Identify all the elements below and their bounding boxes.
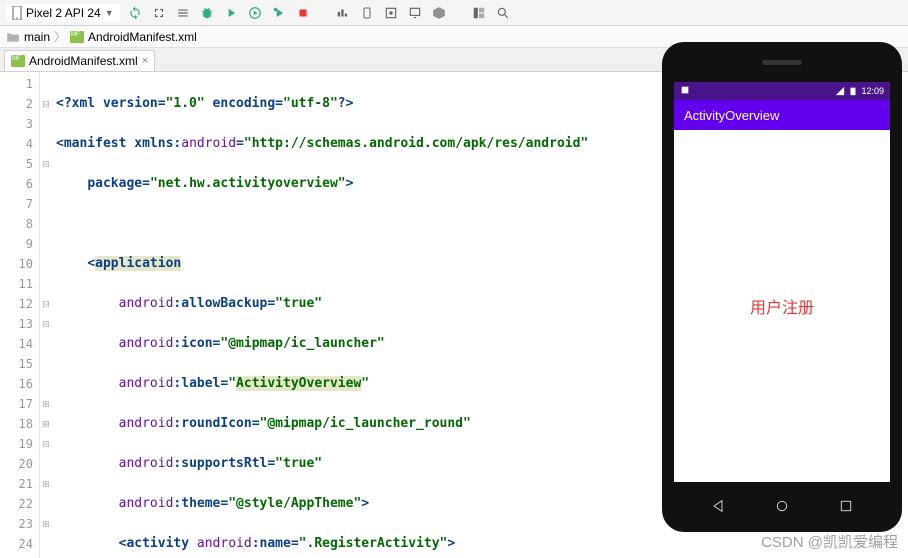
app-title: ActivityOverview — [684, 108, 779, 123]
layout-icon[interactable] — [470, 4, 488, 22]
debug-icon[interactable] — [150, 4, 168, 22]
chevron-down-icon: ▼ — [105, 8, 114, 18]
toolbar: Pixel 2 API 24 ▼ — [0, 0, 908, 26]
battery-icon — [848, 86, 858, 96]
nav-recent-icon[interactable] — [838, 498, 854, 514]
app-bar: ActivityOverview — [674, 100, 890, 130]
phone-icon[interactable] — [358, 4, 376, 22]
bug-icon[interactable] — [198, 4, 216, 22]
nav-back-icon[interactable] — [710, 498, 726, 514]
breadcrumb-sep: 〉 — [54, 28, 66, 45]
stop-icon[interactable] — [294, 4, 312, 22]
phone-frame: 12:09 ActivityOverview 用户注册 — [662, 42, 902, 532]
android-nav-bar — [662, 490, 902, 522]
signal-icon — [835, 86, 845, 96]
search-icon[interactable] — [494, 4, 512, 22]
manifest-file-icon — [70, 31, 84, 43]
body-text: 用户注册 — [750, 294, 814, 318]
play-circle-icon[interactable] — [246, 4, 264, 22]
profiler-icon[interactable] — [334, 4, 352, 22]
device-selector[interactable]: Pixel 2 API 24 ▼ — [6, 4, 120, 22]
device-name: Pixel 2 API 24 — [26, 6, 101, 20]
manifest-file-icon — [11, 55, 25, 67]
device-icon — [12, 6, 22, 20]
breadcrumb-root[interactable]: main — [24, 30, 50, 44]
stack-icon[interactable] — [174, 4, 192, 22]
tab-label: AndroidManifest.xml — [29, 54, 138, 68]
folder-icon — [6, 31, 20, 43]
fold-gutter: ⊟⊟ ⊟⊟⊞⊞⊟⊞⊞ — [40, 72, 52, 558]
avd-icon[interactable] — [406, 4, 424, 22]
breadcrumb-file[interactable]: AndroidManifest.xml — [88, 30, 197, 44]
watermark: CSDN @凯凯爱编程 — [761, 531, 898, 552]
line-gutter: 1234 5678 9101112 13141516 17181920 2122… — [0, 72, 40, 558]
status-time: 12:09 — [861, 86, 884, 96]
tab-manifest[interactable]: AndroidManifest.xml × — [4, 50, 155, 71]
sync-icon[interactable] — [126, 4, 144, 22]
app-inspect-icon[interactable] — [382, 4, 400, 22]
close-icon[interactable]: × — [142, 55, 148, 67]
nav-home-icon[interactable] — [774, 498, 790, 514]
phone-speaker — [762, 60, 802, 65]
device-preview: 12:09 ActivityOverview 用户注册 — [662, 42, 902, 532]
attach-debug-icon[interactable] — [270, 4, 288, 22]
app-indicator-icon — [680, 85, 690, 95]
phone-screen: 12:09 ActivityOverview 用户注册 — [674, 82, 890, 482]
run-icon[interactable] — [222, 4, 240, 22]
sdk-icon[interactable] — [430, 4, 448, 22]
status-bar: 12:09 — [674, 82, 890, 100]
screen-body: 用户注册 — [674, 130, 890, 482]
